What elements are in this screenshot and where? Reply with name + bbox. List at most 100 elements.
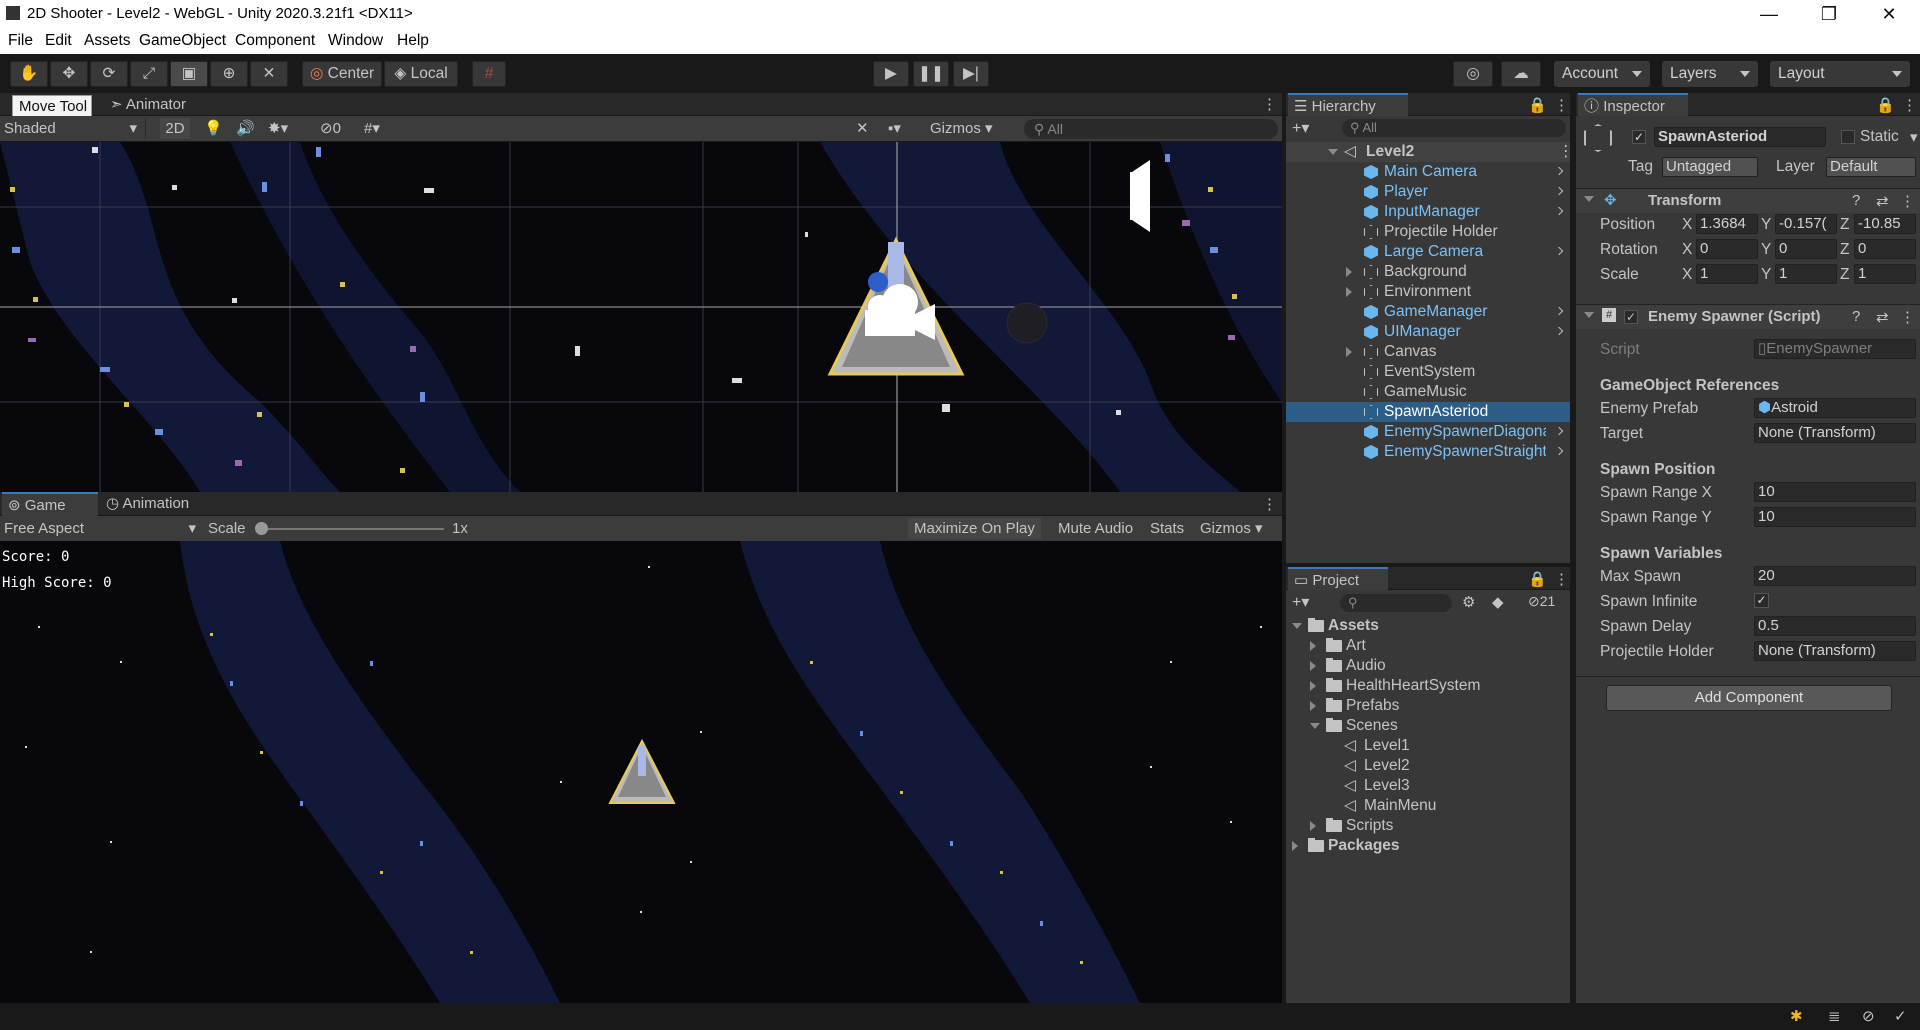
lock-icon[interactable]: 🔒: [1528, 570, 1547, 588]
project-item[interactable]: Prefabs: [1286, 696, 1570, 716]
project-item[interactable]: Audio: [1286, 656, 1570, 676]
create-plus-icon[interactable]: +▾: [1292, 592, 1309, 612]
script-enabled-checkbox[interactable]: ✓: [1624, 310, 1638, 324]
project-item[interactable]: Scripts: [1286, 816, 1570, 836]
hidden-objects-toggle[interactable]: ⊘0: [320, 118, 341, 139]
hierarchy-item[interactable]: Large Camera: [1286, 242, 1570, 262]
rotate-tool-icon[interactable]: ⟳: [90, 61, 128, 87]
stats-toggle[interactable]: Stats: [1144, 518, 1190, 539]
menu-edit[interactable]: Edit: [45, 32, 72, 50]
2d-toggle[interactable]: 2D: [160, 118, 190, 139]
transform-position-y-field[interactable]: -0.157(: [1775, 214, 1837, 234]
active-checkbox[interactable]: ✓: [1632, 130, 1646, 144]
project-item[interactable]: Scenes: [1286, 716, 1570, 736]
menu-gameobject[interactable]: GameObject: [139, 32, 226, 50]
layer-dropdown[interactable]: Default: [1826, 157, 1916, 177]
transform-position-x-field[interactable]: 1.3684: [1696, 214, 1758, 234]
spawn-infinite-checkbox[interactable]: ✓: [1754, 593, 1769, 608]
hierarchy-item[interactable]: Background: [1286, 262, 1570, 282]
chevron-right-icon[interactable]: [1554, 206, 1564, 216]
lock-icon[interactable]: 🔒: [1876, 96, 1895, 114]
rect-tool-icon[interactable]: ▣: [170, 61, 208, 87]
hand-tool-icon[interactable]: ✋: [10, 61, 48, 87]
chevron-right-icon[interactable]: [1554, 306, 1564, 316]
chevron-right-icon[interactable]: [1554, 446, 1564, 456]
hierarchy-item[interactable]: Main Camera: [1286, 162, 1570, 182]
aspect-dropdown[interactable]: Free Aspect ▾: [4, 518, 196, 539]
project-item[interactable]: HealthHeartSystem: [1286, 676, 1570, 696]
transform-scale-z-field[interactable]: 1: [1854, 264, 1916, 284]
filter-type-icon[interactable]: ⚙: [1462, 593, 1475, 611]
cache-server-icon[interactable]: ≣: [1828, 1007, 1841, 1025]
menu-file[interactable]: File: [8, 32, 33, 50]
tab-inspector[interactable]: ⓘ Inspector: [1578, 93, 1688, 117]
transform-scale-x-field[interactable]: 1: [1696, 264, 1758, 284]
step-button[interactable]: ▶|: [953, 61, 989, 87]
enemy-prefab-field[interactable]: ⬢Astroid: [1754, 398, 1916, 418]
scene-menu-icon[interactable]: ⋮: [1558, 142, 1574, 162]
collapsed-arrow-icon[interactable]: [1292, 841, 1298, 851]
scale-tool-icon[interactable]: ⤢: [130, 61, 168, 87]
layout-dropdown[interactable]: Layout: [1770, 61, 1910, 87]
chevron-right-icon[interactable]: [1554, 326, 1564, 336]
lighting-icon[interactable]: 💡: [204, 118, 223, 139]
game-menu-icon[interactable]: ⋮: [1262, 495, 1277, 513]
transform-position-z-field[interactable]: -10.85: [1854, 214, 1916, 234]
audio-icon[interactable]: 🔊: [236, 118, 255, 139]
project-item[interactable]: ◁ Level2: [1286, 756, 1570, 776]
tab-hierarchy[interactable]: ☰ Hierarchy: [1288, 93, 1408, 117]
hierarchy-item[interactable]: GameManager: [1286, 302, 1570, 322]
preset-icon[interactable]: ⇄: [1876, 308, 1889, 326]
preset-icon[interactable]: ⇄: [1876, 192, 1889, 210]
menu-window[interactable]: Window: [328, 32, 383, 50]
cloud-icon[interactable]: ☁: [1501, 61, 1541, 87]
menu-assets[interactable]: Assets: [84, 32, 131, 50]
collab-icon[interactable]: ◎: [1453, 61, 1493, 87]
project-menu-icon[interactable]: ⋮: [1554, 570, 1569, 588]
scene-menu-icon[interactable]: ⋮: [1262, 95, 1277, 113]
hierarchy-scene-root[interactable]: ◁ Level2 ⋮: [1286, 142, 1574, 162]
project-search-input[interactable]: ⚲: [1340, 594, 1452, 612]
transform-header[interactable]: ✥ Transform ? ⇄ ⋮: [1576, 188, 1920, 213]
maximize-on-play-toggle[interactable]: Maximize On Play: [908, 518, 1041, 539]
hierarchy-item[interactable]: Environment: [1286, 282, 1570, 302]
hierarchy-menu-icon[interactable]: ⋮: [1554, 96, 1569, 114]
hierarchy-item[interactable]: Canvas: [1286, 342, 1570, 362]
debug-icon[interactable]: ⊘: [1862, 1007, 1875, 1025]
grid-snap-icon[interactable]: #: [472, 61, 506, 87]
scale-slider[interactable]: [258, 528, 444, 530]
hierarchy-item[interactable]: GameMusic: [1286, 382, 1570, 402]
tools-icon[interactable]: ✕: [856, 118, 869, 139]
scene-view[interactable]: [0, 142, 1282, 492]
expand-arrow-icon[interactable]: [1346, 287, 1352, 297]
component-menu-icon[interactable]: ⋮: [1900, 192, 1915, 210]
shading-dropdown[interactable]: Shaded ▾: [4, 118, 146, 139]
range-x-field[interactable]: 10: [1754, 482, 1916, 502]
transform-rotation-z-field[interactable]: 0: [1854, 239, 1916, 259]
menu-component[interactable]: Component: [235, 32, 315, 50]
tab-project[interactable]: ▭ Project: [1288, 567, 1388, 591]
chevron-right-icon[interactable]: [1554, 426, 1564, 436]
hierarchy-search-input[interactable]: ⚲ All: [1342, 119, 1566, 137]
static-checkbox[interactable]: [1841, 130, 1855, 144]
tab-animator[interactable]: ➣ Animator: [104, 93, 192, 117]
add-component-button[interactable]: Add Component: [1606, 685, 1892, 711]
collapsed-arrow-icon[interactable]: [1310, 641, 1316, 651]
scene-gizmos-dropdown[interactable]: Gizmos ▾: [930, 118, 1012, 139]
hierarchy-item[interactable]: EventSystem: [1286, 362, 1570, 382]
projectile-holder-field[interactable]: None (Transform): [1754, 641, 1916, 661]
transform-rotation-y-field[interactable]: 0: [1775, 239, 1837, 259]
component-menu-icon[interactable]: ⋮: [1900, 308, 1915, 326]
expand-arrow-icon[interactable]: [1346, 267, 1352, 277]
auto-generate-icon[interactable]: ✓: [1894, 1007, 1907, 1025]
menu-help[interactable]: Help: [397, 32, 429, 50]
collapsed-arrow-icon[interactable]: [1310, 661, 1316, 671]
expand-arrow-icon[interactable]: [1346, 347, 1352, 357]
project-item[interactable]: Art: [1286, 636, 1570, 656]
project-item[interactable]: Packages: [1286, 836, 1570, 856]
game-view[interactable]: Score: 0 High Score: 0: [0, 541, 1282, 1003]
hierarchy-item[interactable]: EnemySpawnerStraight: [1286, 442, 1570, 462]
transform-tool-icon[interactable]: ⊕: [210, 61, 248, 87]
lock-icon[interactable]: 🔒: [1528, 96, 1547, 114]
expanded-arrow-icon[interactable]: [1310, 723, 1320, 729]
